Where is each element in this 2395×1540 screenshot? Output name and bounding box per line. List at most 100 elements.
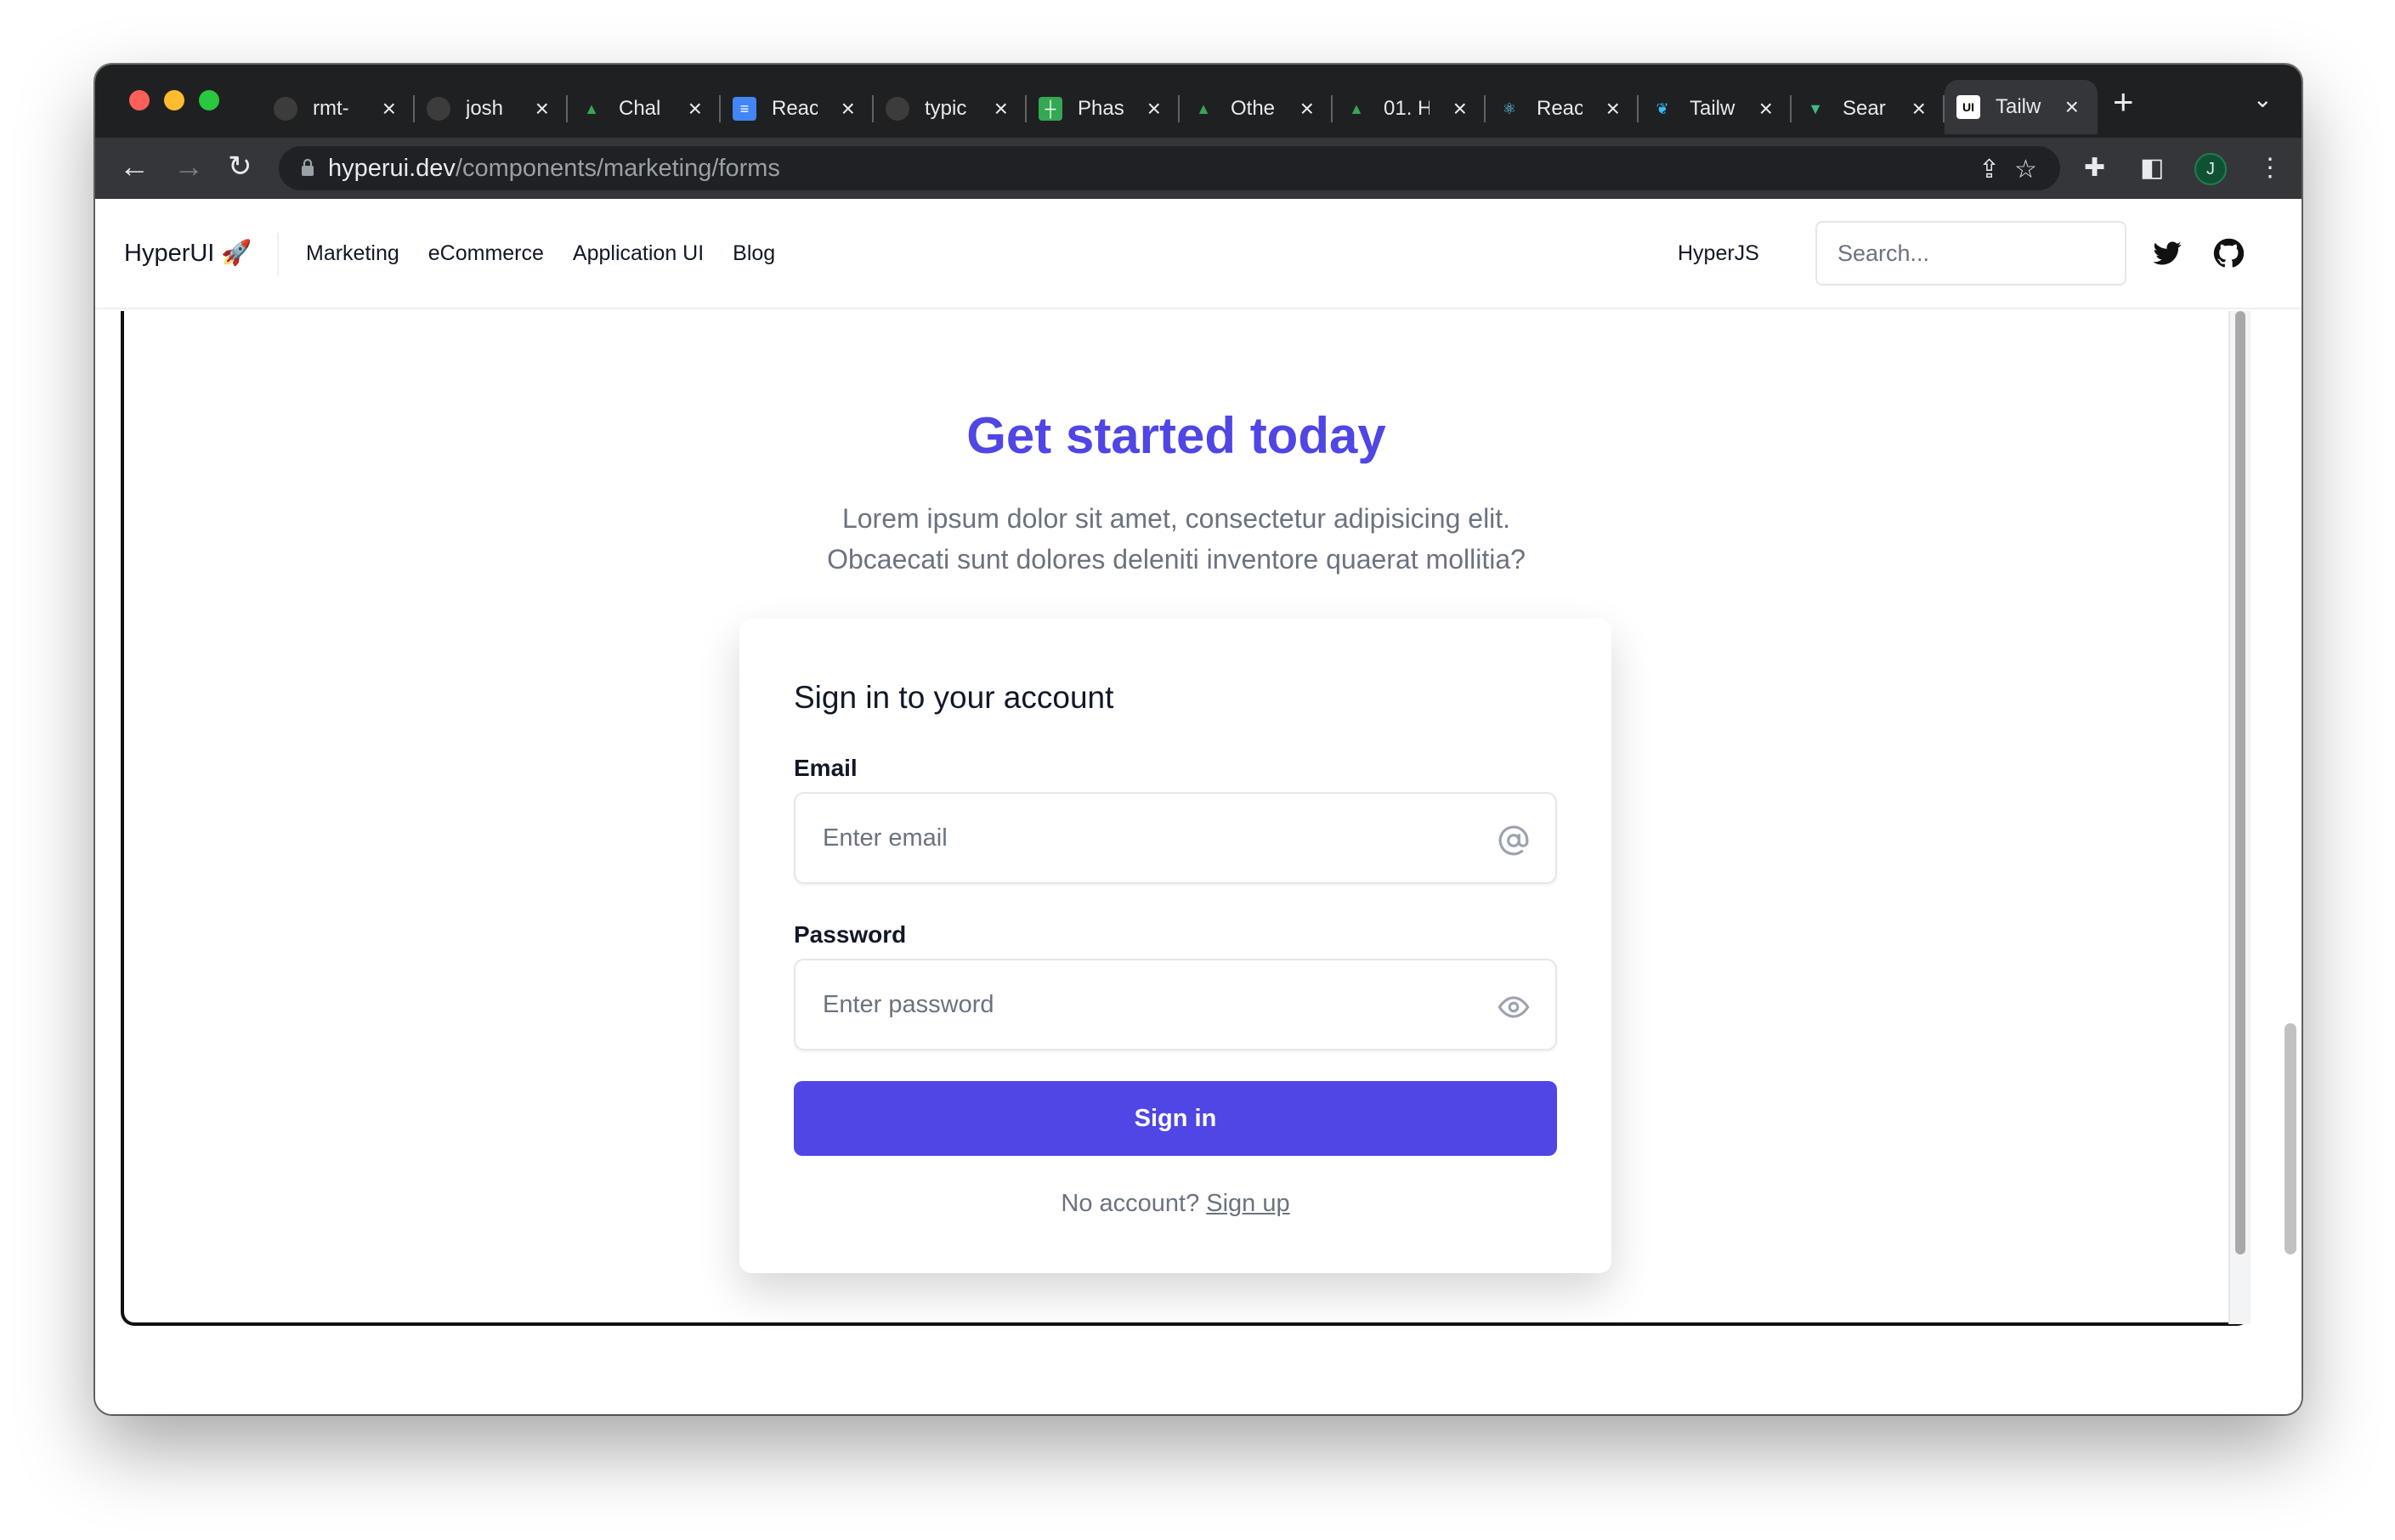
page-scrollbar-thumb[interactable] <box>2285 1023 2296 1254</box>
browser-menu-icon[interactable]: ⋮ <box>2257 153 2283 183</box>
hero-subtitle-line-2: Obcaecati sunt dolores deleniti inventor… <box>827 544 1526 575</box>
nav-item-marketing[interactable]: Marketing <box>306 241 399 266</box>
page-scrollbar[interactable] <box>2276 309 2302 1414</box>
tab-title: Othe <box>1231 97 1276 120</box>
sign-up-link[interactable]: Sign up <box>1206 1190 1289 1217</box>
vue-icon: ▼ <box>1808 99 1823 117</box>
tab-search-chevron-icon[interactable]: ⌄ <box>2253 85 2273 113</box>
browser-tab[interactable]: typic × <box>874 83 1027 134</box>
google-docs-icon: ≡ <box>733 97 756 121</box>
tab-title: rmt- <box>313 97 349 120</box>
browser-tab[interactable]: rmt- × <box>262 83 415 134</box>
tab-bar: rmt- × josh × ▲ Chal × ≡ Reac × typic × ┼ Phas × ▲ Othe ×… <box>95 65 2302 138</box>
github-icon[interactable] <box>2213 238 2244 269</box>
close-tab-icon[interactable]: × <box>994 95 1008 122</box>
github-icon <box>274 97 297 121</box>
eye-icon[interactable] <box>1498 991 1530 1023</box>
side-panel-icon[interactable]: ◧ <box>2140 153 2164 183</box>
twitter-icon[interactable] <box>2152 238 2183 269</box>
share-icon[interactable]: ⇪ <box>1979 155 2000 184</box>
no-account-prompt: No account? Sign up <box>739 1190 1611 1218</box>
email-field-wrapper <box>794 792 1557 884</box>
reload-icon[interactable]: ↻ <box>228 150 252 184</box>
close-tab-icon[interactable]: × <box>382 95 396 122</box>
browser-toolbar: ← → ↻ hyperui.dev/components/marketing/f… <box>95 138 2302 199</box>
password-field-wrapper <box>794 959 1557 1050</box>
profile-avatar[interactable]: J <box>2194 153 2227 185</box>
browser-tab[interactable]: ▲ Othe × <box>1180 83 1333 134</box>
close-tab-icon[interactable]: × <box>841 95 855 122</box>
header-divider <box>277 233 279 275</box>
tab-title: Tailw <box>1996 95 2041 118</box>
nav-item-blog[interactable]: Blog <box>733 241 775 266</box>
email-field[interactable] <box>796 794 1555 882</box>
browser-tab[interactable]: ⚛ Reac × <box>1486 83 1639 134</box>
url-host: hyperui.dev <box>328 154 456 182</box>
no-account-text: No account? <box>1061 1190 1200 1217</box>
nav-item-ecommerce[interactable]: eCommerce <box>428 241 544 266</box>
at-sign-icon <box>1498 825 1529 856</box>
web-page: HyperUI 🚀 Marketing eCommerce Application … <box>95 199 2302 1414</box>
new-tab-button[interactable]: + <box>2113 82 2134 122</box>
browser-tab[interactable]: ▼ Sear × <box>1792 83 1945 134</box>
close-tab-icon[interactable]: × <box>1147 95 1161 122</box>
hyperjs-link[interactable]: HyperJS <box>1678 241 1759 266</box>
email-label: Email <box>794 755 858 781</box>
browser-tab[interactable]: ≡ Reac × <box>721 83 874 134</box>
site-logo[interactable]: HyperUI 🚀 <box>124 239 252 268</box>
close-tab-icon[interactable]: × <box>688 95 702 122</box>
browser-tab[interactable]: josh × <box>415 83 568 134</box>
browser-tab[interactable]: UI Tailw × <box>1945 80 2098 134</box>
main-nav: Marketing eCommerce Application UI Blog <box>306 241 775 266</box>
browser-tab[interactable]: ▲ Chal × <box>568 83 721 134</box>
sign-in-button[interactable]: Sign in <box>794 1081 1557 1156</box>
close-window-button[interactable] <box>129 90 150 110</box>
nav-item-application-ui[interactable]: Application UI <box>573 241 704 266</box>
maximize-window-button[interactable] <box>199 90 219 110</box>
site-header: HyperUI 🚀 Marketing eCommerce Application … <box>95 199 2302 309</box>
tab-title: Reac <box>1537 97 1583 120</box>
address-bar[interactable]: hyperui.dev/components/marketing/forms ⇪… <box>279 146 2060 190</box>
browser-tab[interactable]: ▲ 01. H × <box>1333 83 1486 134</box>
close-tab-icon[interactable]: × <box>1759 95 1773 122</box>
google-drive-icon: ▲ <box>1349 99 1364 117</box>
site-search-input[interactable] <box>1815 221 2126 286</box>
close-tab-icon[interactable]: × <box>1606 95 1620 122</box>
close-tab-icon[interactable]: × <box>535 95 549 122</box>
preview-scrollbar[interactable] <box>2228 311 2251 1324</box>
react-icon: ⚛ <box>1502 99 1517 117</box>
lock-icon <box>302 158 314 176</box>
leaf-icon: ❦ <box>1656 99 1669 117</box>
minimize-window-button[interactable] <box>164 90 184 110</box>
back-arrow-icon[interactable]: ← <box>119 150 150 184</box>
tab-title: Reac <box>772 97 818 120</box>
google-sheets-icon: ┼ <box>1039 97 1062 121</box>
url-path: /components/marketing/forms <box>455 154 780 182</box>
component-preview-frame: Get started today Lorem ipsum dolor sit … <box>121 311 2251 1326</box>
password-field[interactable] <box>796 960 1555 1049</box>
github-icon <box>427 97 450 121</box>
tab-title: Chal <box>619 97 661 120</box>
close-tab-icon[interactable]: × <box>1912 95 1926 122</box>
hero-subtitle-line-1: Lorem ipsum dolor sit amet, consectetur … <box>841 503 1511 534</box>
tab-title: Phas <box>1078 97 1124 120</box>
tab-title: typic <box>925 97 967 120</box>
preview-scrollbar-thumb[interactable] <box>2235 311 2245 1254</box>
hero-subtitle: Lorem ipsum dolor sit amet, consectetur … <box>124 498 2228 580</box>
tab-title: Sear <box>1843 97 1886 120</box>
sign-in-card: Sign in to your account Email Password <box>739 619 1611 1273</box>
hyperui-icon: UI <box>1956 95 1980 119</box>
password-label: Password <box>794 921 907 948</box>
browser-tab[interactable]: ❦ Tailw × <box>1639 83 1792 134</box>
tab-title: Tailw <box>1690 97 1735 120</box>
browser-window: rmt- × josh × ▲ Chal × ≡ Reac × typic × ┼ Phas × ▲ Othe ×… <box>95 65 2302 1414</box>
forward-arrow-icon[interactable]: → <box>173 150 204 184</box>
close-tab-icon[interactable]: × <box>2065 93 2079 121</box>
close-tab-icon[interactable]: × <box>1300 95 1314 122</box>
hero-title: Get started today <box>966 407 1386 464</box>
extensions-puzzle-icon[interactable]: ✚ <box>2084 153 2105 183</box>
close-tab-icon[interactable]: × <box>1453 95 1467 122</box>
tab-title: 01. H <box>1384 97 1430 120</box>
browser-tab[interactable]: ┼ Phas × <box>1027 83 1180 134</box>
bookmark-star-icon[interactable]: ☆ <box>2014 155 2037 184</box>
